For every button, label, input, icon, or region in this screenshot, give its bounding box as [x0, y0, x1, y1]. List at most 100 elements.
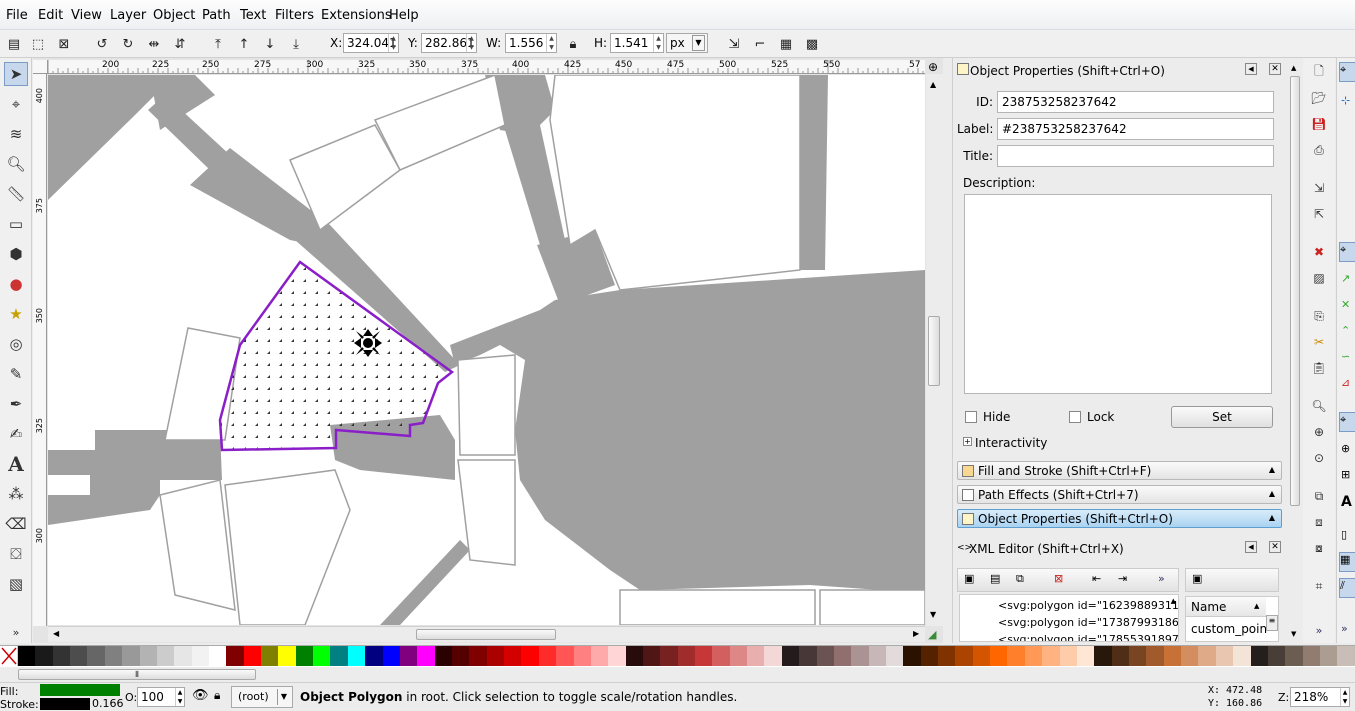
room-lower-2[interactable]	[224, 469, 351, 625]
color-swatch[interactable]	[52, 646, 71, 666]
zoom-input[interactable]: 218% ▲ ▼	[1290, 687, 1350, 707]
layer-select[interactable]: (root) ▼	[231, 686, 293, 708]
raise-to-top-icon[interactable]: ⤒	[208, 34, 228, 54]
color-swatch[interactable]	[261, 646, 279, 666]
cms-toggle-icon[interactable]: ◢	[928, 628, 942, 642]
transform-gradients-icon[interactable]: ▦	[776, 34, 796, 54]
export-icon[interactable]: ⇱	[1309, 204, 1329, 224]
color-swatch[interactable]	[764, 646, 782, 666]
horizontal-scrollbar[interactable]: ◀ ▶	[48, 626, 925, 642]
rotate-ccw-icon[interactable]: ↺	[92, 34, 112, 54]
color-swatch[interactable]	[1007, 646, 1025, 666]
panel-close-icon[interactable]: ✕	[1269, 63, 1281, 75]
palette-scroll-thumb[interactable]: ⦀	[18, 669, 256, 680]
room-right-1[interactable]	[457, 354, 516, 456]
h-spin-arrows[interactable]: ▲ ▼	[653, 34, 663, 52]
color-swatch[interactable]	[799, 646, 817, 666]
duplicate-node-icon[interactable]: ⧉	[1016, 572, 1024, 586]
zoom-selection-icon[interactable]: 🔍︎	[1309, 396, 1329, 416]
color-swatch[interactable]	[1267, 646, 1286, 666]
description-textarea[interactable]	[964, 194, 1272, 394]
shape-lower-diagonal[interactable]	[380, 540, 470, 625]
color-swatch[interactable]	[104, 646, 123, 666]
menu-edit[interactable]: Edit	[38, 8, 63, 23]
color-swatch[interactable]	[1181, 646, 1199, 666]
color-swatch[interactable]	[156, 646, 175, 666]
set-button[interactable]: Set	[1171, 406, 1273, 428]
color-swatch[interactable]	[434, 646, 452, 666]
fill-swatch[interactable]	[40, 684, 120, 696]
color-swatch[interactable]	[1163, 646, 1182, 666]
color-swatch[interactable]	[642, 646, 661, 666]
delete-attribute-icon[interactable]: ▣	[1192, 572, 1202, 585]
color-swatch[interactable]	[399, 646, 418, 666]
color-swatch[interactable]	[851, 646, 869, 666]
snap-cusp-icon[interactable]: ⌃	[1341, 324, 1350, 337]
color-swatch[interactable]	[208, 646, 227, 666]
tweak-tool-icon[interactable]: ≋	[4, 122, 28, 146]
snap-rotation-center-icon[interactable]: ⊞	[1341, 468, 1350, 481]
snap-text-baseline-icon[interactable]: A	[1341, 494, 1352, 510]
lock-checkbox[interactable]	[1069, 411, 1081, 423]
lock-ratio-icon[interactable]: 🔒︎	[563, 34, 583, 54]
color-swatch[interactable]	[1094, 646, 1112, 666]
more-icon[interactable]: »	[1341, 622, 1348, 635]
clone-icon[interactable]: ⧈	[1309, 512, 1329, 532]
menu-help[interactable]: Help	[389, 8, 419, 23]
color-swatch[interactable]	[1111, 646, 1129, 666]
color-swatch[interactable]	[938, 646, 956, 666]
menu-object[interactable]: Object	[153, 8, 195, 23]
shape-right-column[interactable]	[800, 75, 828, 270]
expand-plus-icon[interactable]: +	[963, 437, 972, 446]
snap-smooth-icon[interactable]: ∽	[1341, 350, 1350, 363]
w-spin-arrows[interactable]: ▲ ▼	[546, 34, 556, 52]
zoom-drawing-icon[interactable]: ⊕	[1309, 422, 1329, 442]
zoom-spin-arrows[interactable]: ▲ ▼	[1340, 688, 1349, 706]
flip-horizontal-icon[interactable]: ⇹	[144, 34, 164, 54]
indent-node-icon[interactable]: ⇥	[1118, 572, 1127, 585]
dock-scrollbar[interactable]: ▲ ▼	[1288, 58, 1302, 643]
eraser-tool-icon[interactable]: ⌫	[4, 512, 28, 536]
snap-bbox-icon[interactable]: ⊹	[1341, 94, 1350, 107]
color-swatch[interactable]	[781, 646, 800, 666]
measure-tool-icon[interactable]: 📏︎	[4, 182, 28, 206]
new-document-icon[interactable]: 🗋︎	[1309, 62, 1329, 82]
color-swatch[interactable]	[677, 646, 696, 666]
duplicate-icon[interactable]: ⧉	[1309, 486, 1329, 506]
rotation-center-icon[interactable]	[354, 329, 382, 357]
unit-select[interactable]: px ▼	[666, 33, 708, 53]
color-swatch[interactable]	[330, 646, 348, 666]
color-swatch[interactable]	[35, 646, 53, 666]
snap-guides-icon[interactable]: ⫽	[1339, 578, 1355, 598]
color-swatch[interactable]	[920, 646, 939, 666]
color-swatch[interactable]	[174, 646, 192, 666]
color-swatch[interactable]	[486, 646, 505, 666]
room-lower-1[interactable]	[159, 479, 236, 611]
copy-icon[interactable]: ⎘	[1309, 306, 1329, 326]
print-icon[interactable]: ⎙	[1309, 140, 1329, 160]
color-swatch[interactable]	[347, 646, 366, 666]
no-paint-swatch[interactable]	[0, 646, 18, 666]
x-spin-arrows[interactable]: ▲ ▼	[388, 34, 398, 52]
select-all-icon[interactable]: ▤	[4, 34, 24, 54]
toggle-visibility-icon[interactable]: 👁︎	[192, 688, 209, 703]
rotate-cw-icon[interactable]: ↻	[118, 34, 138, 54]
undo-icon[interactable]: ✖	[1309, 242, 1329, 262]
scale-corners-icon[interactable]: ⌐	[750, 34, 770, 54]
attr-scroll-thumb[interactable]: ≡	[1266, 615, 1278, 631]
color-swatch[interactable]	[295, 646, 314, 666]
snap-page-icon[interactable]: ▯	[1341, 528, 1347, 541]
flip-vertical-icon[interactable]: ⇵	[170, 34, 190, 54]
snap-nodes-icon[interactable]: ⌖	[1339, 242, 1355, 262]
unindent-node-icon[interactable]: ⇤	[1092, 572, 1101, 585]
object-properties-expander[interactable]: Object Properties (Shift+Ctrl+O) ▲	[957, 509, 1282, 528]
scroll-right-icon[interactable]: ▶	[913, 629, 919, 638]
menu-text[interactable]: Text	[240, 8, 266, 23]
snap-intersections-icon[interactable]: ✕	[1341, 298, 1350, 311]
color-swatch[interactable]	[1076, 646, 1095, 666]
gradient-tool-icon[interactable]: ▧	[4, 572, 28, 596]
lower-to-bottom-icon[interactable]: ⤓	[286, 34, 306, 54]
hide-checkbox[interactable]	[965, 411, 977, 423]
color-swatch[interactable]	[816, 646, 834, 666]
scroll-down-icon[interactable]: ▼	[930, 610, 936, 619]
